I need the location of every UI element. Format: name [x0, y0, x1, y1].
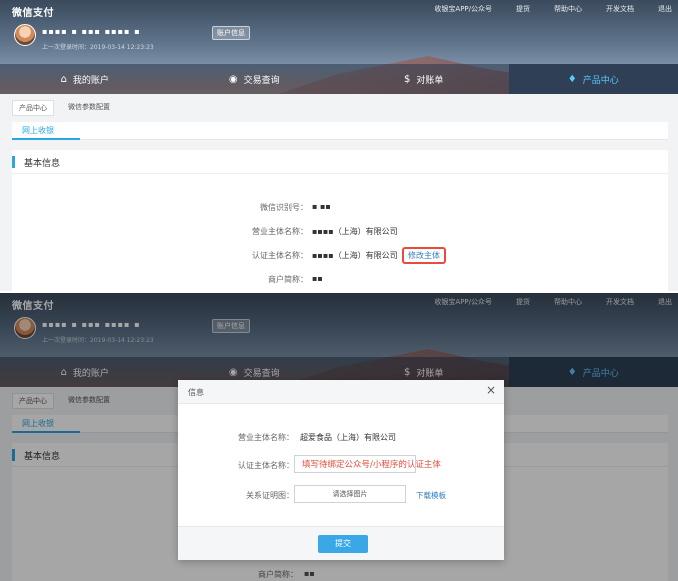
modal-footer: 提交 — [178, 526, 504, 560]
nav-my-account[interactable]: ⌂ 我的账户 — [0, 64, 170, 94]
nav-label: 对账单 — [416, 75, 444, 86]
avatar — [14, 24, 36, 46]
nav-bills[interactable]: $ 对账单 — [339, 64, 509, 94]
panel-title: 基本信息 — [24, 159, 61, 169]
row-auth-name: 认证主体名称： ▪▪▪▪（上海）有限公司 修改主体 — [12, 247, 668, 266]
choose-image-button[interactable]: 请选择图片 — [294, 485, 406, 503]
content-area: 产品中心 微信参数配置 网上收银 基本信息 微信识别号： ▪ ▪▪ 营业主体名称… — [0, 94, 678, 291]
short-name-label: 商户简称： — [258, 570, 298, 579]
auth-name-label: 认证主体名称： — [252, 251, 308, 260]
nav-transactions[interactable]: ◉ 交易查询 — [170, 64, 340, 94]
modal-header: 信息 × — [178, 380, 504, 404]
wechat-id-label: 微信识别号： — [260, 203, 308, 212]
breadcrumb: 产品中心 微信参数配置 — [12, 100, 116, 116]
crumb-wechat-config[interactable]: 微信参数配置 — [62, 100, 116, 116]
main-nav: ⌂ 我的账户 ◉ 交易查询 $ 对账单 ♦ 产品中心 — [0, 64, 678, 94]
short-name-value: ▪▪ — [312, 274, 323, 283]
screenshot-before: 微信支付 收银宝APP/公众号 提货 帮助中心 开发文档 退出 ▪▪▪▪ ▪ ▪… — [0, 0, 678, 291]
crumb-product-center[interactable]: 产品中心 — [12, 100, 54, 116]
short-name-label: 商户简称： — [268, 275, 308, 284]
auth-subject-hint: 填写待绑定公众号/小程序的认证主体 — [302, 460, 441, 470]
row-short-name: 商户简称： ▪▪ — [12, 274, 668, 290]
nav-product-center[interactable]: ♦ 产品中心 — [508, 64, 678, 94]
tab-bar: 网上收银 — [12, 122, 668, 140]
nav-label: 我的账户 — [72, 75, 109, 86]
modal-business-value: 超爱食品（上海）有限公司 — [300, 433, 396, 442]
business-name-value: ▪▪▪▪（上海）有限公司 — [312, 227, 398, 236]
header-banner: 微信支付 收银宝APP/公众号 提货 帮助中心 开发文档 退出 ▪▪▪▪ ▪ ▪… — [0, 0, 678, 108]
panel-accent-bar — [12, 156, 15, 168]
modal-auth-label: 认证主体名称： — [238, 461, 294, 470]
submit-button[interactable]: 提交 — [318, 535, 368, 553]
row-business-name: 营业主体名称： ▪▪▪▪（上海）有限公司 — [12, 226, 668, 242]
info-modal: 信息 × 营业主体名称： 超爱食品（上海）有限公司 认证主体名称： 填写待绑定公… — [178, 380, 504, 560]
auth-name-value: ▪▪▪▪（上海）有限公司 — [312, 251, 398, 260]
home-icon: ⌂ — [60, 73, 67, 85]
download-template-link[interactable]: 下载模板 — [416, 490, 446, 501]
top-link-docs[interactable]: 开发文档 — [606, 4, 634, 14]
nav-label: 交易查询 — [243, 75, 280, 86]
top-link-app[interactable]: 收银宝APP/公众号 — [434, 4, 492, 14]
last-login: 上一次登录时间：2019-03-14 12:23:23 — [42, 44, 154, 51]
tab-online-cashier[interactable]: 网上收银 — [22, 125, 54, 136]
short-name-value: ▪▪ — [304, 569, 315, 578]
top-link-logout[interactable]: 退出 — [658, 4, 672, 14]
top-link-pickup[interactable]: 提货 — [516, 4, 530, 14]
panel-header: 基本信息 — [12, 150, 668, 174]
top-links: 收银宝APP/公众号 提货 帮助中心 开发文档 退出 — [434, 4, 672, 14]
top-link-help[interactable]: 帮助中心 — [554, 4, 582, 14]
bill-icon: $ — [404, 73, 411, 85]
bulb-icon: ♦ — [567, 73, 577, 85]
edit-subject-link[interactable]: 修改主体 — [402, 247, 446, 264]
merchant-name: ▪▪▪▪ ▪ ▪▪▪ ▪▪▪▪ ▪ — [42, 27, 141, 36]
tab-indicator — [12, 138, 80, 140]
modal-proof-label: 关系证明图： — [246, 491, 294, 500]
screenshot-after: 微信支付 收银宝APP/公众号 提货 帮助中心 开发文档 退出 ▪▪▪▪ ▪ ▪… — [0, 293, 678, 581]
search-icon: ◉ — [228, 73, 238, 85]
row-wechat-id: 微信识别号： ▪ ▪▪ — [12, 202, 668, 218]
business-name-label: 营业主体名称： — [252, 227, 308, 236]
close-icon[interactable]: × — [486, 383, 496, 397]
modal-title: 信息 — [188, 388, 204, 397]
logo: 微信支付 — [12, 8, 54, 19]
basic-info-panel: 基本信息 微信识别号： ▪ ▪▪ 营业主体名称： ▪▪▪▪（上海）有限公司 认证… — [12, 150, 668, 291]
account-info-badge[interactable]: 账户信息 — [212, 26, 250, 40]
wechat-id-value: ▪ ▪▪ — [312, 202, 331, 211]
modal-business-label: 营业主体名称： — [238, 433, 294, 442]
nav-label: 产品中心 — [582, 75, 619, 86]
